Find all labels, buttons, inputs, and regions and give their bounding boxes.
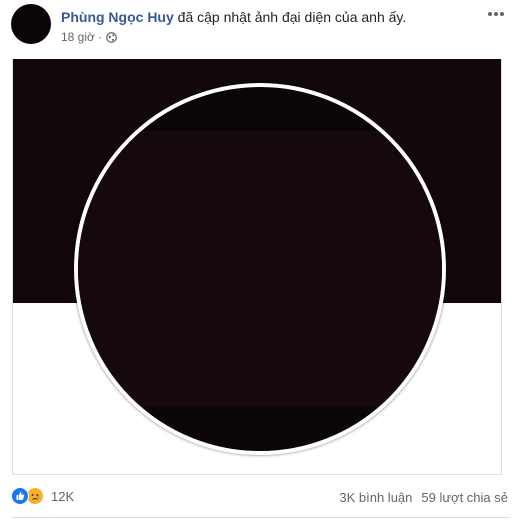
post-action-text: đã cập nhật ảnh đại diện của anh ấy. <box>173 9 407 25</box>
profile-picture <box>74 83 446 455</box>
meta-separator: · <box>97 30 102 44</box>
profile-picture-image <box>78 131 442 407</box>
post-meta: 18 giờ · <box>61 30 117 44</box>
post-footer: 12K 3K bình luận 59 lượt chia sẻ <box>0 484 522 512</box>
more-options-button[interactable] <box>484 6 508 22</box>
profile-photo-preview[interactable] <box>12 59 502 475</box>
author-avatar[interactable] <box>11 4 51 44</box>
post-timestamp[interactable]: 18 giờ <box>61 30 95 44</box>
shares-count-link[interactable]: 59 lượt chia sẻ <box>421 490 508 505</box>
post-header: Phùng Ngọc Huy đã cập nhật ảnh đại diện … <box>61 8 406 26</box>
reaction-count: 12K <box>51 488 75 504</box>
author-name-link[interactable]: Phùng Ngọc Huy <box>61 9 174 25</box>
globe-icon[interactable] <box>106 31 117 43</box>
reactions-summary[interactable]: 12K <box>11 487 74 505</box>
post-stats: 3K bình luận 59 lượt chia sẻ <box>339 490 508 505</box>
feed-post: Phùng Ngọc Huy đã cập nhật ảnh đại diện … <box>0 0 522 523</box>
like-icon <box>11 487 29 505</box>
comments-count-link[interactable]: 3K bình luận <box>339 490 412 505</box>
footer-divider <box>12 517 510 518</box>
more-horizontal-icon <box>488 12 504 16</box>
